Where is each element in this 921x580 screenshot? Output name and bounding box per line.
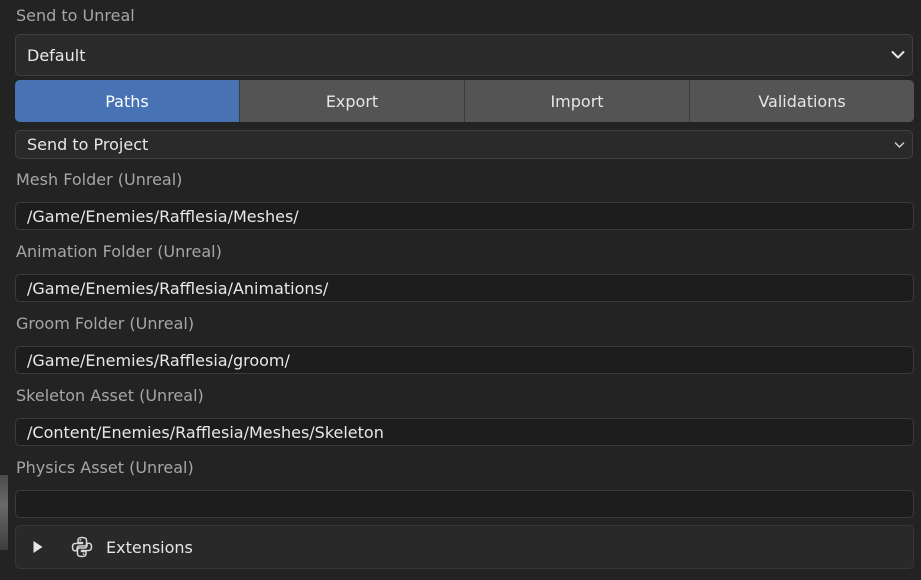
groom-folder-field[interactable]: /Game/Enemies/Rafflesia/groom/ [15,346,914,374]
tab-paths[interactable]: Paths [15,80,240,122]
tab-validations[interactable]: Validations [690,80,914,122]
path-mode-dropdown[interactable]: Send to Project [15,130,913,159]
chevron-down-icon [894,141,905,148]
send-to-unreal-panel: Send to Unreal Default Paths Export Impo… [0,0,921,580]
preset-dropdown[interactable]: Default [15,34,913,76]
disclosure-triangle-icon[interactable] [32,540,44,554]
python-icon [71,536,93,558]
animation-folder-label: Animation Folder (Unreal) [16,242,222,261]
extensions-subpanel[interactable]: Extensions [15,525,914,569]
chevron-down-icon [891,51,905,59]
mesh-folder-field[interactable]: /Game/Enemies/Rafflesia/Meshes/ [15,202,914,230]
preset-value: Default [27,45,86,65]
skeleton-asset-field[interactable]: /Content/Enemies/Rafflesia/Meshes/Skelet… [15,418,914,446]
viewport-edge [0,475,8,550]
panel-title: Send to Unreal [16,6,135,25]
tab-bar: Paths Export Import Validations [15,80,914,122]
tab-export[interactable]: Export [240,80,465,122]
animation-folder-field[interactable]: /Game/Enemies/Rafflesia/Animations/ [15,274,914,302]
tab-import[interactable]: Import [465,80,690,122]
mesh-folder-label: Mesh Folder (Unreal) [16,170,183,189]
physics-asset-label: Physics Asset (Unreal) [16,458,194,477]
physics-asset-field[interactable] [15,490,914,518]
extensions-label: Extensions [106,537,193,557]
groom-folder-label: Groom Folder (Unreal) [16,314,195,333]
path-mode-value: Send to Project [27,135,149,154]
skeleton-asset-label: Skeleton Asset (Unreal) [16,386,204,405]
